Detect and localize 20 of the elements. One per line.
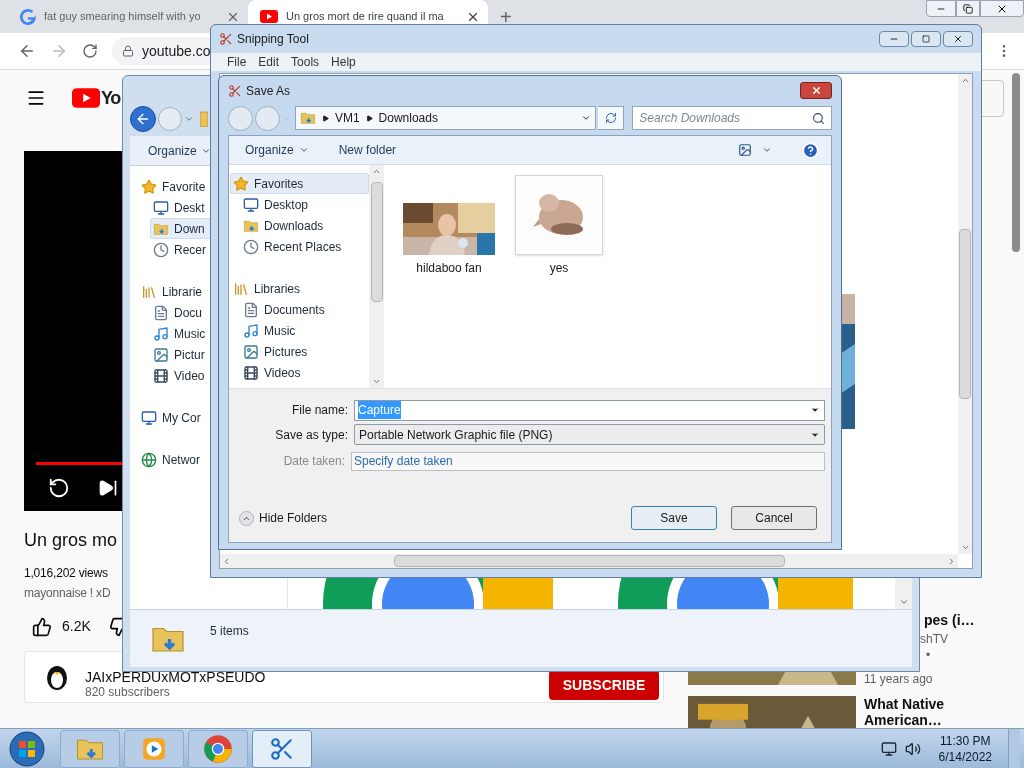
file-name: yes — [549, 260, 569, 277]
field-label: File name: — [290, 402, 349, 419]
item-count: 5 items — [210, 623, 249, 640]
view-count: 1,016,202 views — [24, 565, 109, 582]
window-title: Snipping Tool — [237, 31, 309, 48]
time: 11:30 PM — [940, 732, 991, 749]
video-title: Un gros mo — [24, 529, 119, 552]
field-value: Capture — [358, 401, 401, 419]
field-label: Save as type: — [274, 426, 349, 444]
tab-title: Un gros mort de rire quand il ma — [286, 9, 445, 25]
related-dot: • — [925, 648, 932, 662]
url-text: youtube.co — [142, 41, 211, 61]
file-name: hildaboo fan — [416, 260, 482, 277]
dialog-title: Save As — [246, 82, 291, 100]
related-age: 11 years ago — [864, 672, 934, 686]
video-description: mayonnaise ! xD — [24, 585, 112, 602]
field-label: Date taken: — [282, 453, 346, 470]
tab-title: fat guy smearing himself with yo — [44, 9, 202, 25]
date: 6/14/2022 — [938, 748, 992, 765]
subscriber-count: 820 subscribers — [85, 685, 171, 700]
